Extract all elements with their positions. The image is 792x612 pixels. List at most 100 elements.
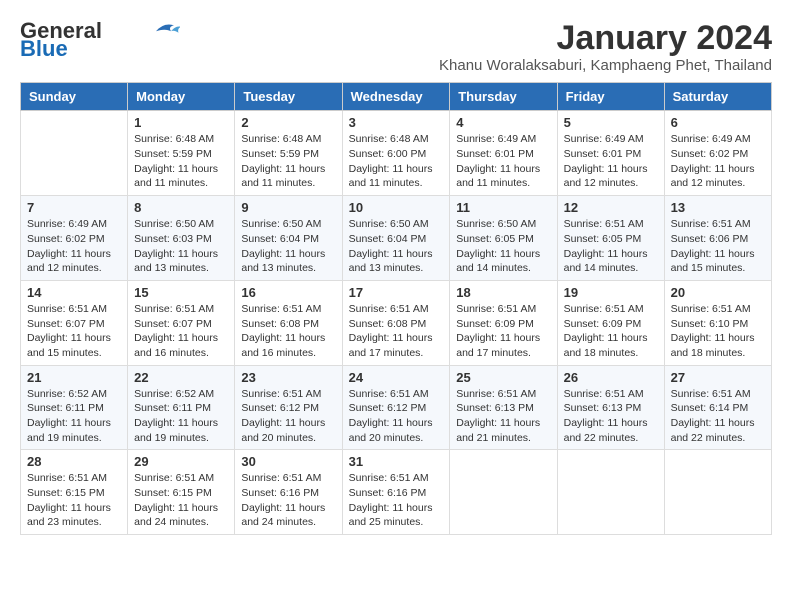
day-content: Sunrise: 6:48 AMSunset: 6:00 PMDaylight:… xyxy=(349,132,444,191)
day-content: Sunrise: 6:49 AMSunset: 6:01 PMDaylight:… xyxy=(456,132,550,191)
day-content: Sunrise: 6:50 AMSunset: 6:03 PMDaylight:… xyxy=(134,217,228,276)
table-row: 21 Sunrise: 6:52 AMSunset: 6:11 PMDayligh… xyxy=(21,365,128,450)
day-number: 13 xyxy=(671,200,765,215)
calendar-week-row: 21 Sunrise: 6:52 AMSunset: 6:11 PMDayligh… xyxy=(21,365,772,450)
col-tuesday: Tuesday xyxy=(235,83,342,111)
day-number: 3 xyxy=(349,115,444,130)
table-row xyxy=(557,450,664,535)
table-row: 30Sunrise: 6:51 AMSunset: 6:16 PMDayligh… xyxy=(235,450,342,535)
table-row: 5 Sunrise: 6:49 AMSunset: 6:01 PMDaylight… xyxy=(557,111,664,196)
day-number: 22 xyxy=(134,370,228,385)
day-number: 24 xyxy=(349,370,444,385)
day-content: Sunrise: 6:51 AMSunset: 6:12 PMDaylight:… xyxy=(349,387,444,446)
day-content: Sunrise: 6:51 AMSunset: 6:14 PMDaylight:… xyxy=(671,387,765,446)
day-number: 1 xyxy=(134,115,228,130)
day-content: Sunrise: 6:51 AMSunset: 6:09 PMDaylight:… xyxy=(564,302,658,361)
day-number: 31 xyxy=(349,454,444,469)
col-wednesday: Wednesday xyxy=(342,83,450,111)
month-year-title: January 2024 xyxy=(439,20,772,57)
day-number: 19 xyxy=(564,285,658,300)
calendar-week-row: 14 Sunrise: 6:51 AMSunset: 6:07 PMDayligh… xyxy=(21,280,772,365)
day-content: Sunrise: 6:51 AMSunset: 6:13 PMDaylight:… xyxy=(456,387,550,446)
day-number: 21 xyxy=(27,370,121,385)
day-content: Sunrise: 6:51 AMSunset: 6:07 PMDaylight:… xyxy=(134,302,228,361)
day-content: Sunrise: 6:51 AMSunset: 6:08 PMDaylight:… xyxy=(349,302,444,361)
day-content: Sunrise: 6:48 AMSunset: 5:59 PMDaylight:… xyxy=(134,132,228,191)
day-number: 4 xyxy=(456,115,550,130)
table-row: 3 Sunrise: 6:48 AMSunset: 6:00 PMDaylight… xyxy=(342,111,450,196)
day-content: Sunrise: 6:51 AMSunset: 6:15 PMDaylight:… xyxy=(27,471,121,530)
day-content: Sunrise: 6:48 AMSunset: 5:59 PMDaylight:… xyxy=(241,132,335,191)
table-row: 20Sunrise: 6:51 AMSunset: 6:10 PMDayligh… xyxy=(664,280,771,365)
day-content: Sunrise: 6:50 AMSunset: 6:05 PMDaylight:… xyxy=(456,217,550,276)
day-number: 25 xyxy=(456,370,550,385)
page-header: General Blue January 2024 Khanu Woralaks… xyxy=(20,20,772,74)
col-thursday: Thursday xyxy=(450,83,557,111)
day-content: Sunrise: 6:51 AMSunset: 6:08 PMDaylight:… xyxy=(241,302,335,361)
table-row xyxy=(450,450,557,535)
day-content: Sunrise: 6:51 AMSunset: 6:06 PMDaylight:… xyxy=(671,217,765,276)
calendar-table: Sunday Monday Tuesday Wednesday Thursday… xyxy=(20,82,772,535)
calendar-week-row: 7 Sunrise: 6:49 AMSunset: 6:02 PMDaylight… xyxy=(21,196,772,281)
title-block: January 2024 Khanu Woralaksaburi, Kampha… xyxy=(439,20,772,74)
table-row: 29 Sunrise: 6:51 AMSunset: 6:15 PMDayligh… xyxy=(128,450,235,535)
calendar-week-row: 1 Sunrise: 6:48 AMSunset: 5:59 PMDaylight… xyxy=(21,111,772,196)
day-content: Sunrise: 6:51 AMSunset: 6:12 PMDaylight:… xyxy=(241,387,335,446)
day-number: 27 xyxy=(671,370,765,385)
table-row: 10Sunrise: 6:50 AMSunset: 6:04 PMDayligh… xyxy=(342,196,450,281)
day-number: 20 xyxy=(671,285,765,300)
day-number: 17 xyxy=(349,285,444,300)
table-row: 28 Sunrise: 6:51 AMSunset: 6:15 PMDayligh… xyxy=(21,450,128,535)
day-number: 8 xyxy=(134,200,228,215)
table-row: 22Sunrise: 6:52 AMSunset: 6:11 PMDayligh… xyxy=(128,365,235,450)
day-number: 12 xyxy=(564,200,658,215)
col-saturday: Saturday xyxy=(664,83,771,111)
day-content: Sunrise: 6:49 AMSunset: 6:02 PMDaylight:… xyxy=(671,132,765,191)
day-content: Sunrise: 6:51 AMSunset: 6:16 PMDaylight:… xyxy=(349,471,444,530)
day-number: 18 xyxy=(456,285,550,300)
table-row: 17 Sunrise: 6:51 AMSunset: 6:08 PMDayligh… xyxy=(342,280,450,365)
col-friday: Friday xyxy=(557,83,664,111)
table-row: 4 Sunrise: 6:49 AMSunset: 6:01 PMDaylight… xyxy=(450,111,557,196)
day-number: 2 xyxy=(241,115,335,130)
day-number: 9 xyxy=(241,200,335,215)
day-number: 26 xyxy=(564,370,658,385)
day-content: Sunrise: 6:51 AMSunset: 6:07 PMDaylight:… xyxy=(27,302,121,361)
day-number: 16 xyxy=(241,285,335,300)
location-subtitle: Khanu Woralaksaburi, Kamphaeng Phet, Tha… xyxy=(439,57,772,74)
table-row: 18Sunrise: 6:51 AMSunset: 6:09 PMDayligh… xyxy=(450,280,557,365)
table-row: 9Sunrise: 6:50 AMSunset: 6:04 PMDaylight… xyxy=(235,196,342,281)
table-row: 25 Sunrise: 6:51 AMSunset: 6:13 PMDayligh… xyxy=(450,365,557,450)
logo-blue: Blue xyxy=(20,38,68,60)
day-number: 7 xyxy=(27,200,121,215)
table-row xyxy=(664,450,771,535)
col-monday: Monday xyxy=(128,83,235,111)
table-row: 2 Sunrise: 6:48 AMSunset: 5:59 PMDaylight… xyxy=(235,111,342,196)
col-sunday: Sunday xyxy=(21,83,128,111)
calendar-week-row: 28 Sunrise: 6:51 AMSunset: 6:15 PMDayligh… xyxy=(21,450,772,535)
day-number: 29 xyxy=(134,454,228,469)
calendar-header-row: Sunday Monday Tuesday Wednesday Thursday… xyxy=(21,83,772,111)
table-row: 13 Sunrise: 6:51 AMSunset: 6:06 PMDayligh… xyxy=(664,196,771,281)
table-row: 26 Sunrise: 6:51 AMSunset: 6:13 PMDayligh… xyxy=(557,365,664,450)
day-content: Sunrise: 6:51 AMSunset: 6:13 PMDaylight:… xyxy=(564,387,658,446)
day-content: Sunrise: 6:50 AMSunset: 6:04 PMDaylight:… xyxy=(349,217,444,276)
day-number: 5 xyxy=(564,115,658,130)
day-number: 28 xyxy=(27,454,121,469)
table-row: 24 Sunrise: 6:51 AMSunset: 6:12 PMDayligh… xyxy=(342,365,450,450)
table-row: 19 Sunrise: 6:51 AMSunset: 6:09 PMDayligh… xyxy=(557,280,664,365)
table-row: 15 Sunrise: 6:51 AMSunset: 6:07 PMDayligh… xyxy=(128,280,235,365)
day-content: Sunrise: 6:49 AMSunset: 6:02 PMDaylight:… xyxy=(27,217,121,276)
day-content: Sunrise: 6:52 AMSunset: 6:11 PMDaylight:… xyxy=(27,387,121,446)
day-content: Sunrise: 6:51 AMSunset: 6:15 PMDaylight:… xyxy=(134,471,228,530)
day-number: 15 xyxy=(134,285,228,300)
day-content: Sunrise: 6:51 AMSunset: 6:05 PMDaylight:… xyxy=(564,217,658,276)
day-number: 6 xyxy=(671,115,765,130)
day-content: Sunrise: 6:49 AMSunset: 6:01 PMDaylight:… xyxy=(564,132,658,191)
logo-bird-icon xyxy=(150,20,180,38)
table-row: 1 Sunrise: 6:48 AMSunset: 5:59 PMDaylight… xyxy=(128,111,235,196)
day-number: 14 xyxy=(27,285,121,300)
day-number: 11 xyxy=(456,200,550,215)
logo: General Blue xyxy=(20,20,180,60)
table-row xyxy=(21,111,128,196)
